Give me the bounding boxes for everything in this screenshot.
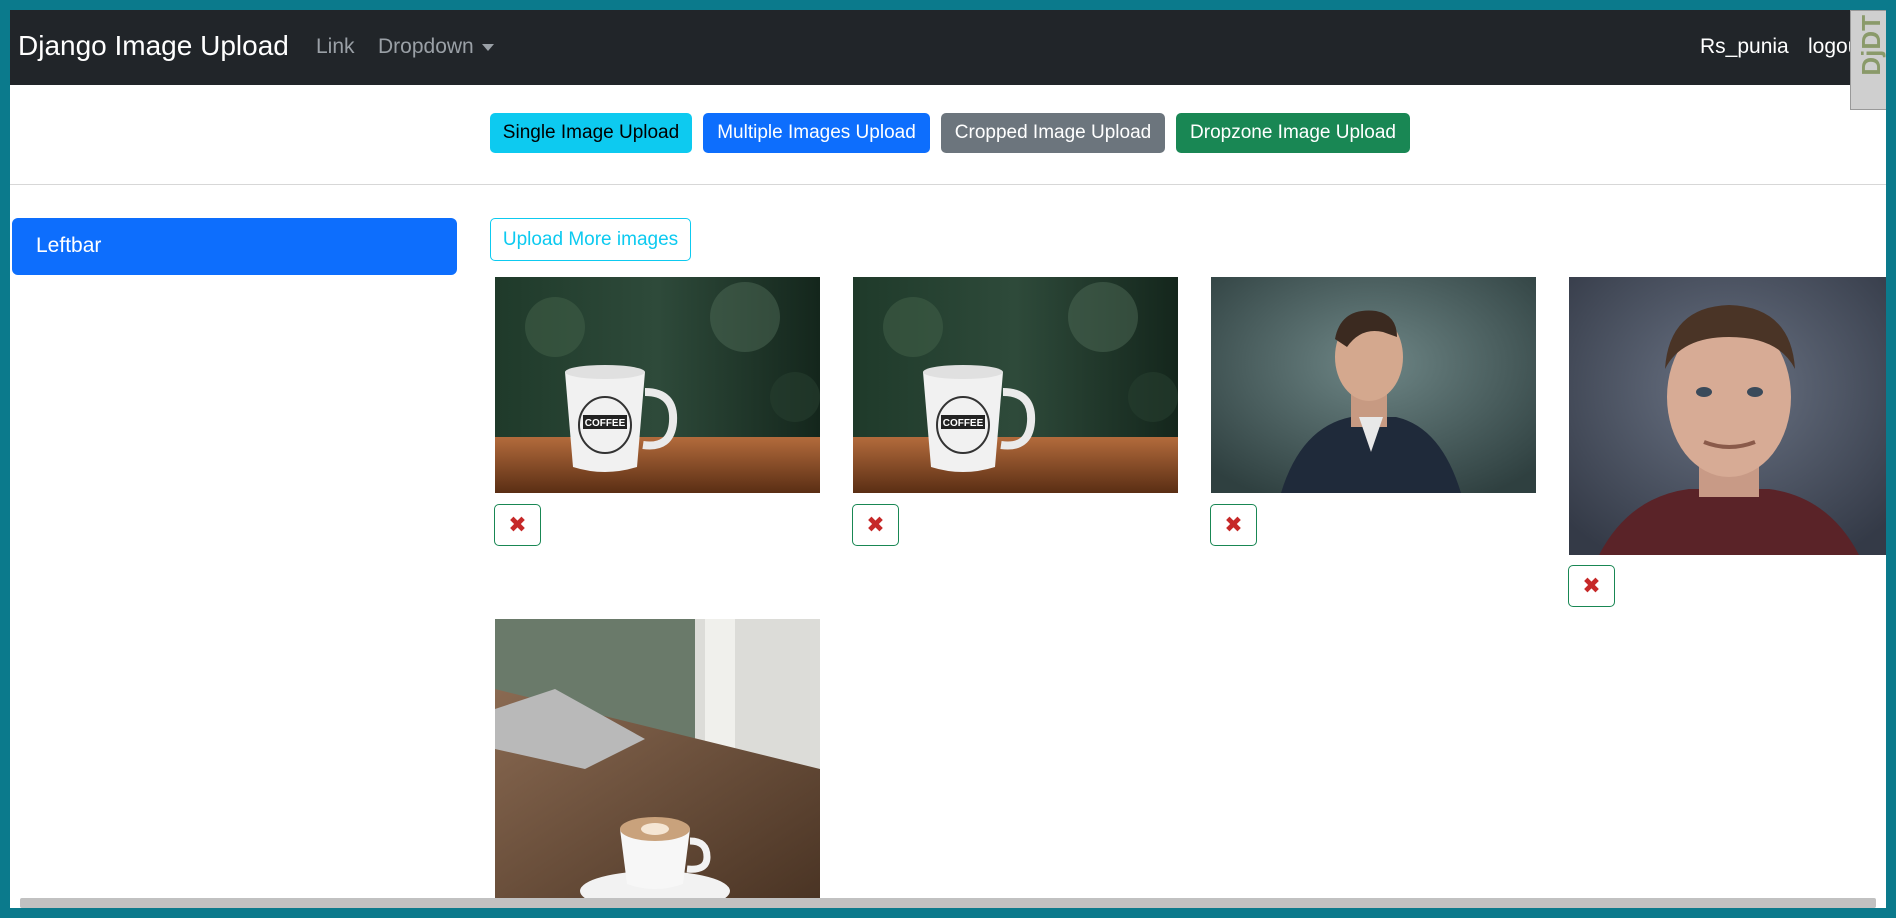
uploaded-image-4 [1569,277,1886,555]
nav-username[interactable]: Rs_punia [1700,35,1789,59]
uploaded-image-3 [1211,277,1536,493]
single-image-upload-button[interactable]: Single Image Upload [490,113,692,153]
navbar: Django Image Upload Link Dropdown Rs_pun… [10,10,1886,85]
delete-image-4-button[interactable]: ✖ [1568,565,1615,607]
svg-text:COFFEE: COFFEE [585,418,626,429]
browser-viewport: Django Image Upload Link Dropdown Rs_pun… [10,10,1886,908]
close-icon: ✖ [1582,573,1601,598]
uploaded-image-1: COFFEE [495,277,820,493]
dropzone-image-upload-button[interactable]: Dropzone Image Upload [1176,113,1410,153]
nav-link[interactable]: Link [316,35,355,59]
cropped-image-upload-button[interactable]: Cropped Image Upload [941,113,1165,153]
delete-image-3-button[interactable]: ✖ [1210,504,1257,546]
svg-text:COFFEE: COFFEE [943,418,984,429]
man-profile-image [1211,277,1536,493]
debug-toolbar-label: DjDT [1856,15,1886,76]
sidebar-item-leftbar[interactable]: Leftbar [12,218,457,275]
close-icon: ✖ [1224,512,1243,537]
close-icon: ✖ [508,512,527,537]
sidebar-item-label: Leftbar [36,234,102,257]
navbar-brand[interactable]: Django Image Upload [18,30,289,62]
upload-mode-bar: Single Image Upload Multiple Images Uplo… [10,85,1886,185]
man-portrait-image [1569,277,1886,555]
delete-image-2-button[interactable]: ✖ [852,504,899,546]
uploaded-image-5 [495,619,820,898]
uploaded-image-2: COFFEE [853,277,1178,493]
delete-image-1-button[interactable]: ✖ [494,504,541,546]
horizontal-scrollbar[interactable] [20,898,1876,908]
upload-more-images-button[interactable]: Upload More images [490,218,691,261]
close-icon: ✖ [866,512,885,537]
multiple-images-upload-button[interactable]: Multiple Images Upload [703,113,930,153]
coffee-mug-image: COFFEE [495,277,820,493]
coffee-mug-image: COFFEE [853,277,1178,493]
nav-dropdown[interactable]: Dropdown [378,35,494,59]
nav-dropdown-label: Dropdown [378,35,474,58]
latte-cup-image [495,619,820,898]
caret-down-icon [481,43,494,51]
